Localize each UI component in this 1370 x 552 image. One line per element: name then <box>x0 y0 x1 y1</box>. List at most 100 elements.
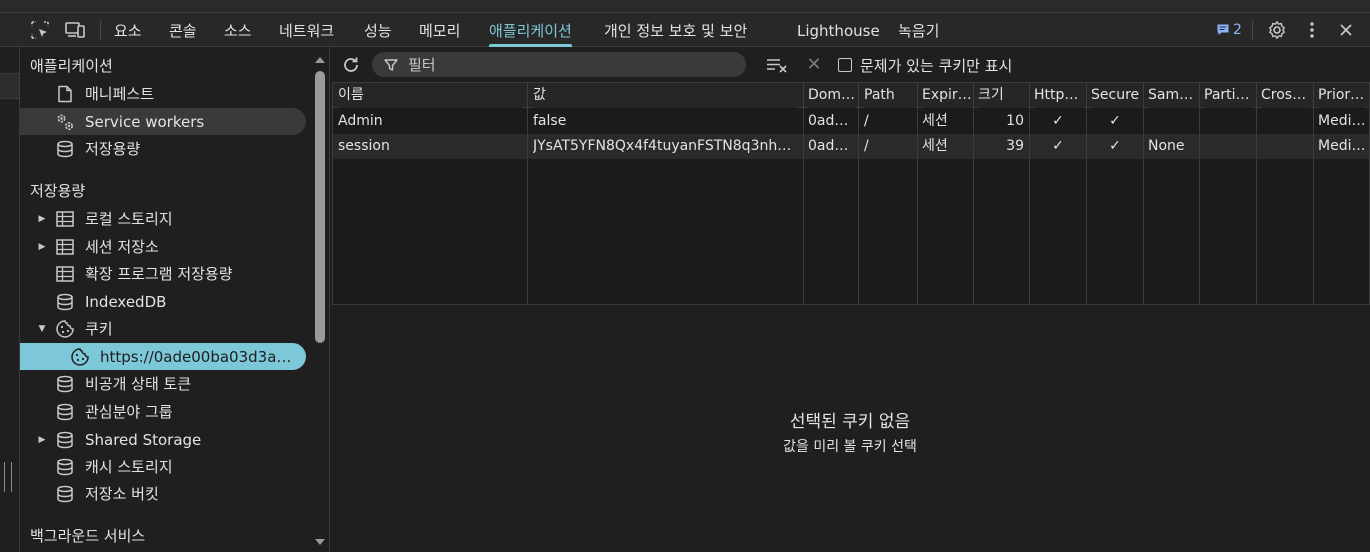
column-header-size[interactable]: 크기 <box>978 83 1028 108</box>
delete-selected-icon[interactable]: ✕ <box>804 55 824 75</box>
column-divider[interactable] <box>803 83 804 304</box>
sidebar-item-cache-storage[interactable]: 캐시 스토리지 <box>20 453 306 480</box>
cell-samesite: None <box>1148 138 1185 154</box>
column-divider[interactable] <box>917 83 918 304</box>
tab-application[interactable]: 애플리케이션 <box>489 13 572 47</box>
tab-lighthouse[interactable]: Lighthouse <box>797 13 880 47</box>
sidebar-item-private-state-tokens[interactable]: 비공개 상태 토큰 <box>20 370 306 397</box>
sidebar-item-storage-buckets[interactable]: 저장소 버킷 <box>20 480 306 507</box>
sidebar-item-cookies[interactable]: ▼ 쿠키 <box>20 315 306 342</box>
issues-only-label: 문제가 있는 쿠키만 표시 <box>860 56 1013 75</box>
scroll-down-arrow-icon[interactable] <box>315 539 325 545</box>
scroll-up-arrow-icon[interactable] <box>315 57 325 63</box>
column-divider[interactable] <box>858 83 859 304</box>
expand-arrow-icon[interactable]: ▶ <box>37 214 47 224</box>
devtools-tab-bar: 요소 콘솔 소스 네트워크 성능 메모리 애플리케이션 개인 정보 보호 및 보… <box>0 12 1370 47</box>
tab-sources[interactable]: 소스 <box>224 13 252 47</box>
gutter-resize-handle[interactable] <box>4 462 12 492</box>
sidebar-item-extension-storage[interactable]: 확장 프로그램 저장용량 <box>20 260 306 287</box>
issues-only-checkbox[interactable] <box>838 58 852 72</box>
cell-name: session <box>338 138 390 154</box>
column-header-partition-key[interactable]: Parti… <box>1204 83 1254 108</box>
sidebar-item-session-storage[interactable]: ▶ 세션 저장소 <box>20 233 306 260</box>
column-header-httponly[interactable]: Http… <box>1034 83 1084 108</box>
database-icon <box>55 292 75 312</box>
expand-arrow-icon[interactable]: ▶ <box>37 242 47 252</box>
table-row[interactable]: Admin false 0ade… / 세션 10 ✓ ✓ Medi… <box>333 109 1369 134</box>
sidebar-scrollbar[interactable] <box>311 47 330 552</box>
expand-arrow-icon[interactable]: ▶ <box>37 435 47 445</box>
column-divider[interactable] <box>1256 83 1257 304</box>
cell-httponly: ✓ <box>1052 113 1064 129</box>
sidebar-item-cookie-origin[interactable]: https://0ade00ba03d3ae45… <box>20 343 306 370</box>
cell-expires: 세션 <box>922 113 948 129</box>
cell-expires: 세션 <box>922 138 948 154</box>
column-header-cross-site[interactable]: Cros… <box>1261 83 1311 108</box>
more-options-icon[interactable] <box>1302 13 1322 47</box>
sidebar-item-app-storage[interactable]: 저장용량 <box>20 135 306 162</box>
sidebar-item-label: 캐시 스토리지 <box>85 458 173 476</box>
tab-elements[interactable]: 요소 <box>114 13 142 47</box>
column-header-name[interactable]: 이름 <box>338 83 523 108</box>
database-icon <box>55 430 75 450</box>
settings-gear-icon[interactable] <box>1266 13 1288 47</box>
toolbar-separator <box>100 21 101 40</box>
gutter-marker <box>0 73 19 99</box>
column-divider[interactable] <box>1143 83 1144 304</box>
preview-empty-title: 선택된 쿠키 없음 <box>789 412 911 432</box>
tab-network[interactable]: 네트워크 <box>279 13 334 47</box>
inspect-element-icon[interactable] <box>28 13 52 47</box>
sidebar-item-label: https://0ade00ba03d3ae45… <box>100 347 300 366</box>
tab-console[interactable]: 콘솔 <box>169 13 197 47</box>
sidebar-item-label: 확장 프로그램 저장용량 <box>85 265 233 283</box>
cell-samesite <box>1148 109 1198 134</box>
sidebar-item-label: 쿠키 <box>85 320 113 338</box>
filter-box[interactable] <box>372 52 746 77</box>
cell-path: / <box>864 138 869 154</box>
column-header-priority[interactable]: Prior… <box>1318 83 1366 108</box>
sidebar-item-label: 비공개 상태 토큰 <box>85 375 192 393</box>
clear-all-cookies-icon[interactable] <box>766 55 788 75</box>
tab-recorder[interactable]: 녹음기 <box>898 13 939 47</box>
refresh-icon[interactable] <box>340 54 362 76</box>
cell-path: / <box>864 113 869 129</box>
column-header-secure[interactable]: Secure <box>1091 83 1143 108</box>
table-grid-icon <box>55 237 75 257</box>
issues-only-toggle[interactable]: 문제가 있는 쿠키만 표시 <box>838 54 1012 76</box>
sidebar-item-service-workers[interactable]: Service workers <box>20 108 306 135</box>
sidebar-item-manifest[interactable]: 매니페스트 <box>20 80 306 107</box>
column-divider[interactable] <box>1313 83 1314 304</box>
sidebar-item-interest-groups[interactable]: 관심분야 그룹 <box>20 398 306 425</box>
issues-badge[interactable]: 2 <box>1216 13 1242 47</box>
sidebar-item-shared-storage[interactable]: ▶ Shared Storage <box>20 426 306 453</box>
scrollbar-thumb[interactable] <box>315 71 325 343</box>
column-header-expires[interactable]: Expir… <box>922 83 972 108</box>
gears-icon <box>55 112 75 132</box>
column-header-domain[interactable]: Dom… <box>808 83 856 108</box>
column-divider[interactable] <box>1029 83 1030 304</box>
tab-memory[interactable]: 메모리 <box>419 13 460 47</box>
column-divider[interactable] <box>1199 83 1200 304</box>
filter-input[interactable] <box>406 54 730 75</box>
filter-funnel-icon <box>384 58 398 72</box>
column-header-samesite[interactable]: Sam… <box>1148 83 1198 108</box>
preview-empty-subtitle: 값을 미리 볼 쿠키 선택 <box>783 439 917 455</box>
cell-secure: ✓ <box>1109 113 1121 129</box>
tab-privacy-security[interactable]: 개인 정보 보호 및 보안 <box>604 13 747 47</box>
cell-size: 39 <box>1006 138 1024 154</box>
column-divider[interactable] <box>527 83 528 304</box>
sidebar-item-local-storage[interactable]: ▶ 로컬 스토리지 <box>20 205 306 232</box>
tab-performance[interactable]: 성능 <box>364 13 392 47</box>
device-toolbar-icon[interactable] <box>63 13 87 47</box>
column-header-path[interactable]: Path <box>864 83 916 108</box>
cell-httponly: ✓ <box>1052 138 1064 154</box>
sidebar-item-indexeddb[interactable]: IndexedDB <box>20 288 306 315</box>
column-header-value[interactable]: 값 <box>533 83 798 108</box>
cell-value: false <box>533 113 567 129</box>
table-grid-icon <box>55 264 75 284</box>
close-icon[interactable] <box>1336 13 1356 47</box>
column-divider[interactable] <box>1086 83 1087 304</box>
collapse-arrow-icon[interactable]: ▼ <box>37 324 47 334</box>
table-row[interactable]: session JYsAT5YFN8Qx4f4tuyanFSTN8q3nhglu… <box>333 134 1369 159</box>
column-divider[interactable] <box>973 83 974 304</box>
